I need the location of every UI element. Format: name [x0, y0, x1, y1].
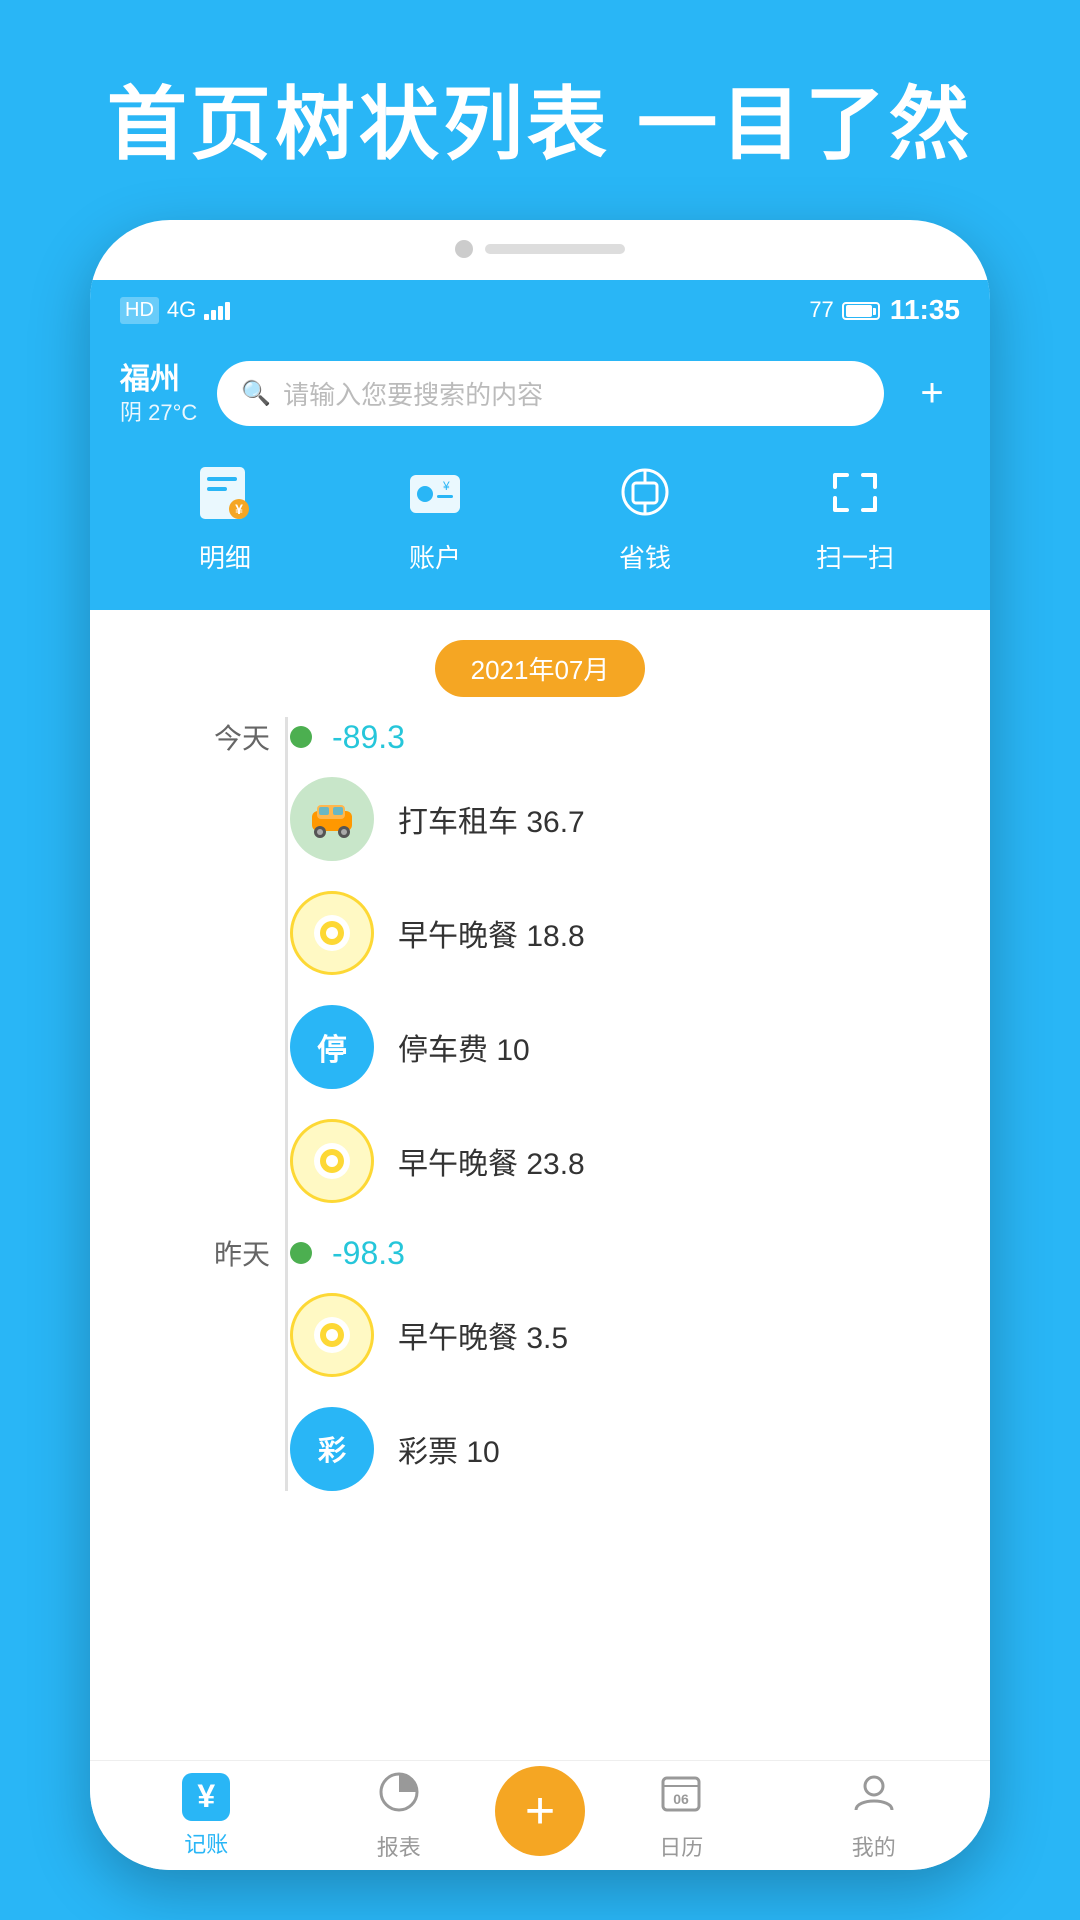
save-icon	[605, 458, 685, 528]
account-icon: ¥	[395, 458, 475, 528]
tx-food2-label: 早午晚餐 23.8	[398, 1139, 585, 1183]
transaction-food2[interactable]: 早午晚餐 23.8	[150, 1119, 930, 1203]
nav-item-scan[interactable]: 扫一扫	[815, 458, 895, 575]
nav-item-save[interactable]: 省钱	[605, 458, 685, 575]
day-group-yesterday: 昨天 -98.3 早午晚餐 3.5	[150, 1233, 930, 1491]
status-time: 11:35	[890, 294, 960, 326]
header-top: 福州 阴 27°C 🔍 请输入您要搜索的内容 +	[120, 360, 960, 428]
add-button[interactable]: +	[904, 366, 960, 422]
bookkeep-label: 记账	[184, 1827, 228, 1859]
scan-label: 扫一扫	[816, 538, 894, 575]
nav-item-detail[interactable]: ¥ 明细	[185, 458, 265, 575]
battery-level: 77	[809, 297, 880, 323]
transaction-food1[interactable]: 早午晚餐 18.8	[150, 891, 930, 975]
car-icon	[290, 777, 374, 861]
nav-item-account[interactable]: ¥ 账户	[395, 458, 475, 575]
notch-bar	[485, 244, 625, 254]
search-placeholder-text: 请输入您要搜索的内容	[283, 375, 543, 412]
svg-text:¥: ¥	[235, 501, 243, 517]
transaction-car[interactable]: 打车租车 36.7	[150, 777, 930, 861]
status-right: 77 11:35	[809, 294, 960, 326]
day-row-today: 今天 -89.3	[150, 717, 930, 757]
lottery-icon: 彩	[290, 1407, 374, 1491]
signal-icon	[204, 300, 230, 320]
scan-icon	[815, 458, 895, 528]
add-center-button[interactable]: +	[495, 1766, 585, 1856]
tab-calendar[interactable]: 06 日历	[585, 1770, 778, 1862]
yesterday-label: 昨天	[150, 1233, 270, 1273]
status-bar: HD 4G 77 11:35	[90, 280, 990, 340]
today-label: 今天	[150, 717, 270, 757]
transaction-food3[interactable]: 早午晚餐 3.5	[150, 1293, 930, 1377]
tx-food1-label: 早午晚餐 18.8	[398, 911, 585, 955]
tx-car-label: 打车租车 36.7	[398, 797, 585, 841]
food2-icon	[290, 1119, 374, 1203]
food3-icon	[290, 1293, 374, 1377]
month-badge-wrap: 2021年07月	[90, 610, 990, 717]
quick-nav: ¥ 明细 ¥ 账户	[120, 448, 960, 585]
day-group-today: 今天 -89.3	[150, 717, 930, 1203]
notch-dot	[455, 240, 473, 258]
app-header: 福州 阴 27°C 🔍 请输入您要搜索的内容 + ¥	[90, 340, 990, 615]
tx-parking-label: 停车费 10	[398, 1025, 530, 1069]
svg-text:¥: ¥	[442, 479, 450, 493]
detail-icon: ¥	[185, 458, 265, 528]
food1-icon	[290, 891, 374, 975]
mine-label: 我的	[852, 1830, 896, 1862]
mine-icon	[852, 1770, 896, 1824]
content-area: 2021年07月 今天 -89.3	[90, 610, 990, 1770]
month-badge: 2021年07月	[435, 640, 646, 697]
today-amount: -89.3	[332, 719, 405, 756]
tab-bar: ¥ 记账 报表 + 06 日历	[90, 1760, 990, 1870]
search-bar[interactable]: 🔍 请输入您要搜索的内容	[217, 361, 884, 426]
tx-lottery-label: 彩票 10	[398, 1427, 500, 1471]
calendar-icon: 06	[659, 1770, 703, 1824]
network-type: 4G	[167, 297, 196, 323]
yesterday-amount: -98.3	[332, 1235, 405, 1272]
timeline: 今天 -89.3	[90, 717, 990, 1491]
report-label: 报表	[377, 1830, 421, 1862]
transaction-lottery[interactable]: 彩 彩票 10	[150, 1407, 930, 1491]
save-label: 省钱	[619, 538, 671, 575]
detail-label: 明细	[199, 538, 251, 575]
search-icon: 🔍	[241, 379, 271, 408]
calendar-label: 日历	[659, 1830, 703, 1862]
yesterday-dot	[290, 1242, 312, 1264]
page-headline: 首页树状列表 一目了然	[0, 60, 1080, 176]
day-row-yesterday: 昨天 -98.3	[150, 1233, 930, 1273]
tab-report[interactable]: 报表	[303, 1770, 496, 1862]
location-info: 福州 阴 27°C	[120, 360, 197, 428]
phone-notch	[455, 240, 625, 258]
transaction-parking[interactable]: 停 停车费 10	[150, 1005, 930, 1089]
bookkeep-icon: ¥	[182, 1773, 230, 1821]
location-weather: 阴 27°C	[120, 399, 197, 428]
account-label: 账户	[409, 538, 461, 575]
svg-text:06: 06	[673, 1791, 689, 1807]
tx-food3-label: 早午晚餐 3.5	[398, 1313, 568, 1357]
hd-label: HD	[120, 297, 159, 324]
tab-mine[interactable]: 我的	[778, 1770, 971, 1862]
phone-frame: HD 4G 77 11:35 福州 阴 27°	[90, 220, 990, 1870]
status-left: HD 4G	[120, 297, 230, 324]
parking-icon: 停	[290, 1005, 374, 1089]
tab-add-center[interactable]: +	[495, 1766, 585, 1866]
today-dot	[290, 726, 312, 748]
location-city: 福州	[120, 360, 197, 399]
report-icon	[377, 1770, 421, 1824]
tab-bookkeep[interactable]: ¥ 记账	[110, 1773, 303, 1859]
